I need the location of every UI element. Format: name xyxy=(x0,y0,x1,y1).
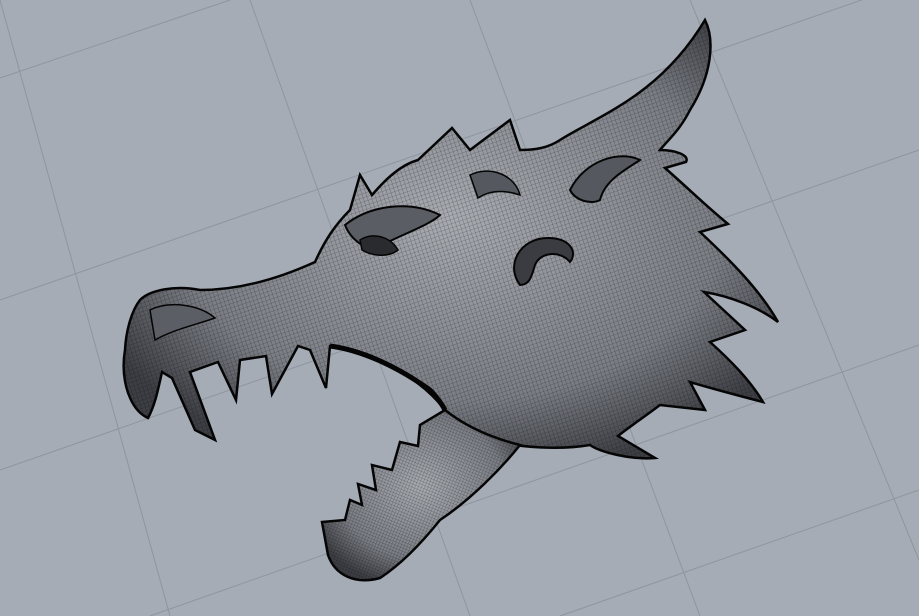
3d-viewport[interactable] xyxy=(0,0,919,616)
viewport-canvas[interactable] xyxy=(0,0,919,616)
